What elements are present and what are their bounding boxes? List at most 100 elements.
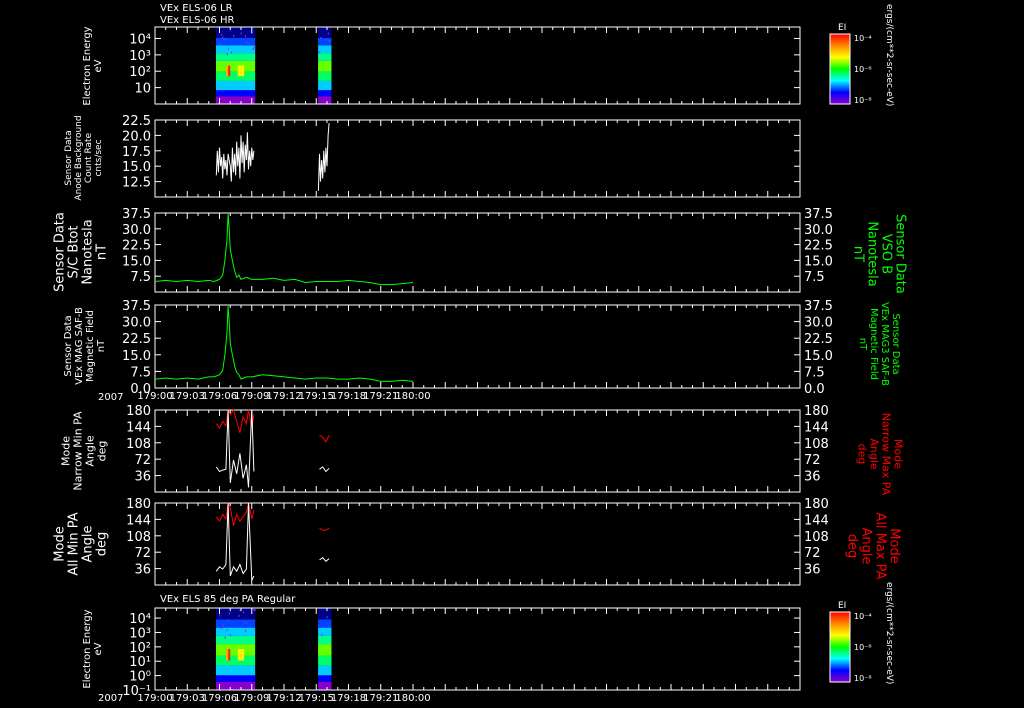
- y-tick-label: 37.5: [122, 207, 151, 222]
- allpa-series-1: [216, 503, 254, 580]
- header-line2: VEx ELS-06 HR: [160, 15, 235, 26]
- y-tick-label-right: 108: [804, 437, 829, 452]
- heat-cell: [330, 619, 332, 627]
- header-line1: VEx ELS-06 LR: [160, 3, 233, 14]
- anode-ylabel-line: Anode Background: [74, 115, 84, 200]
- x-tick-label: 180:00: [395, 391, 430, 402]
- y-tick-label: 10⁴: [129, 32, 151, 47]
- mag-ylabel-line: Magnetic Field: [85, 310, 96, 382]
- colorbar-bar: [830, 34, 850, 104]
- mag-ylabel-line: Sensor Data: [63, 315, 74, 376]
- heat-cell: [254, 644, 256, 655]
- y-tick-label: 72: [134, 546, 151, 561]
- mag-ylabel-line: nT: [96, 339, 107, 352]
- spec2-ylabel: Electron Energy eV: [82, 609, 104, 688]
- y-tick-label: 12.5: [122, 176, 151, 191]
- colorbar-units: ergs/(cm**2-sr-sec-eV): [884, 4, 894, 106]
- y-tick-label: 17.5: [122, 145, 151, 160]
- scb-ylabel-right: Sensor DataVSO BNanoteslanT: [851, 214, 908, 294]
- y-tick-label: 144: [126, 513, 151, 528]
- anode-ylabel-line: Count Rate: [84, 132, 94, 183]
- x-tick-label: 179:12: [266, 391, 301, 402]
- y-tick-label-right: 37.5: [804, 299, 833, 314]
- colorbar-tick-label: 10⁻⁴: [854, 612, 872, 621]
- allpa-ylabel-line: Mode: [52, 526, 67, 561]
- colorbar-tick-label: 10⁻⁶: [854, 65, 872, 74]
- narrowpa-series-0: [216, 410, 254, 433]
- heat-cell: [330, 45, 332, 53]
- y-tick-label: 15.0: [122, 349, 151, 364]
- x-tick-label: 179:03: [170, 391, 205, 402]
- y-tick-label: 22.5: [122, 332, 151, 347]
- narrowpa-ylabel-right: ModeNarrow Max PAAngledeg: [855, 413, 904, 496]
- narrowpa-series-1: [216, 410, 254, 487]
- spec1-ylabel-line: Electron Energy: [82, 26, 93, 105]
- colorbar-tick-label: 10⁻⁸: [854, 674, 872, 683]
- mag-series-0: [155, 306, 413, 381]
- x-tick-label: 180:00: [395, 693, 430, 704]
- heat-cell: [254, 619, 256, 627]
- y-tick-label: 30.0: [122, 223, 151, 238]
- heat-cell: [254, 38, 256, 46]
- heat-cell: [254, 628, 256, 636]
- heat-cell: [330, 682, 332, 690]
- x-tick-label: 179:09: [234, 693, 269, 704]
- spec1-ylabel: Electron Energy eV: [82, 26, 104, 105]
- x-tick-label: 179:00: [137, 693, 172, 704]
- x-tick-label: 179:03: [170, 693, 205, 704]
- heat-cell: [330, 628, 332, 636]
- y-tick-label-right: 180: [804, 497, 829, 512]
- heat-cell: [254, 47, 256, 49]
- anode-frame: [155, 120, 800, 197]
- heat-cell: [228, 649, 230, 660]
- scb-ylabel-right-line: nT: [851, 246, 866, 262]
- y-tick-label-right: 36: [804, 563, 821, 578]
- mag-ylabel: Sensor Data VEx MAG SAF-B Magnetic Field nT: [63, 307, 107, 385]
- scb-frame: [155, 213, 800, 292]
- scb-ylabel: Sensor Data S/C Btot Nanotesla nT: [52, 212, 109, 292]
- heat-cell: [254, 675, 256, 682]
- y-tick-label-right: 22.5: [804, 239, 833, 254]
- y-tick-label: 10²: [129, 641, 151, 656]
- y-tick-label: 144: [126, 420, 151, 435]
- spec2-cells: [216, 608, 332, 690]
- mag-ylabel-right-line: Sensor Data: [890, 313, 901, 374]
- y-tick-label: 36: [134, 470, 151, 485]
- y-tick-label: 180: [126, 404, 151, 419]
- heat-cell: [254, 636, 256, 644]
- y-tick-label: 10: [134, 82, 151, 97]
- colorbar-bottom: EI 10⁻⁴ 10⁻⁶ 10⁻⁸ ergs/(cm**2-sr-sec-eV): [830, 582, 894, 684]
- y-tick-label: 10³: [129, 626, 151, 641]
- heat-cell: [254, 81, 256, 90]
- x-tick-label: 179:21: [363, 693, 398, 704]
- x-tick-label: 179:09: [234, 391, 269, 402]
- y-tick-label-right: 30.0: [804, 223, 833, 238]
- colorbar-tick-label: 10⁻⁴: [854, 34, 872, 43]
- scb-ylabel-right-line: Nanotesla: [865, 221, 880, 286]
- figure: VEx ELS-06 LR VEx ELS-06 HR VEx ELS 85 d…: [0, 0, 1024, 708]
- y-tick-label-right: 36: [804, 470, 821, 485]
- y-tick-label: 36: [134, 563, 151, 578]
- heat-cell: [254, 665, 256, 675]
- narrowpa-series-3: [320, 467, 330, 472]
- allpa-ylabel-right-line: Angle: [859, 528, 874, 565]
- mag-frame: [155, 305, 800, 388]
- x-tick-label: 179:18: [331, 391, 366, 402]
- heat-cell: [330, 72, 332, 81]
- mag-ylabel-right: Sensor DataVEx MAG3 SAF-BMagnetic Fieldn…: [857, 302, 901, 386]
- y-tick-label: 10¹: [129, 655, 151, 670]
- heat-cell: [330, 38, 332, 46]
- heat-cell: [330, 27, 332, 38]
- x-tick-label: 179:12: [266, 693, 301, 704]
- narrowpa-ylabel-right-line: deg: [855, 444, 868, 465]
- colorbar-tick-label: 10⁻⁸: [854, 96, 872, 105]
- y-tick-label: 10⁴: [129, 612, 151, 627]
- y-tick-label-right: 72: [804, 453, 821, 468]
- heat-cell: [254, 72, 256, 81]
- year-label: 2007: [98, 392, 123, 403]
- y-tick-label: 7.5: [130, 270, 151, 285]
- y-tick-label-right: 37.5: [804, 207, 833, 222]
- y-tick-label-right: 144: [804, 420, 829, 435]
- heat-cell: [254, 609, 256, 611]
- heat-cell: [238, 649, 244, 660]
